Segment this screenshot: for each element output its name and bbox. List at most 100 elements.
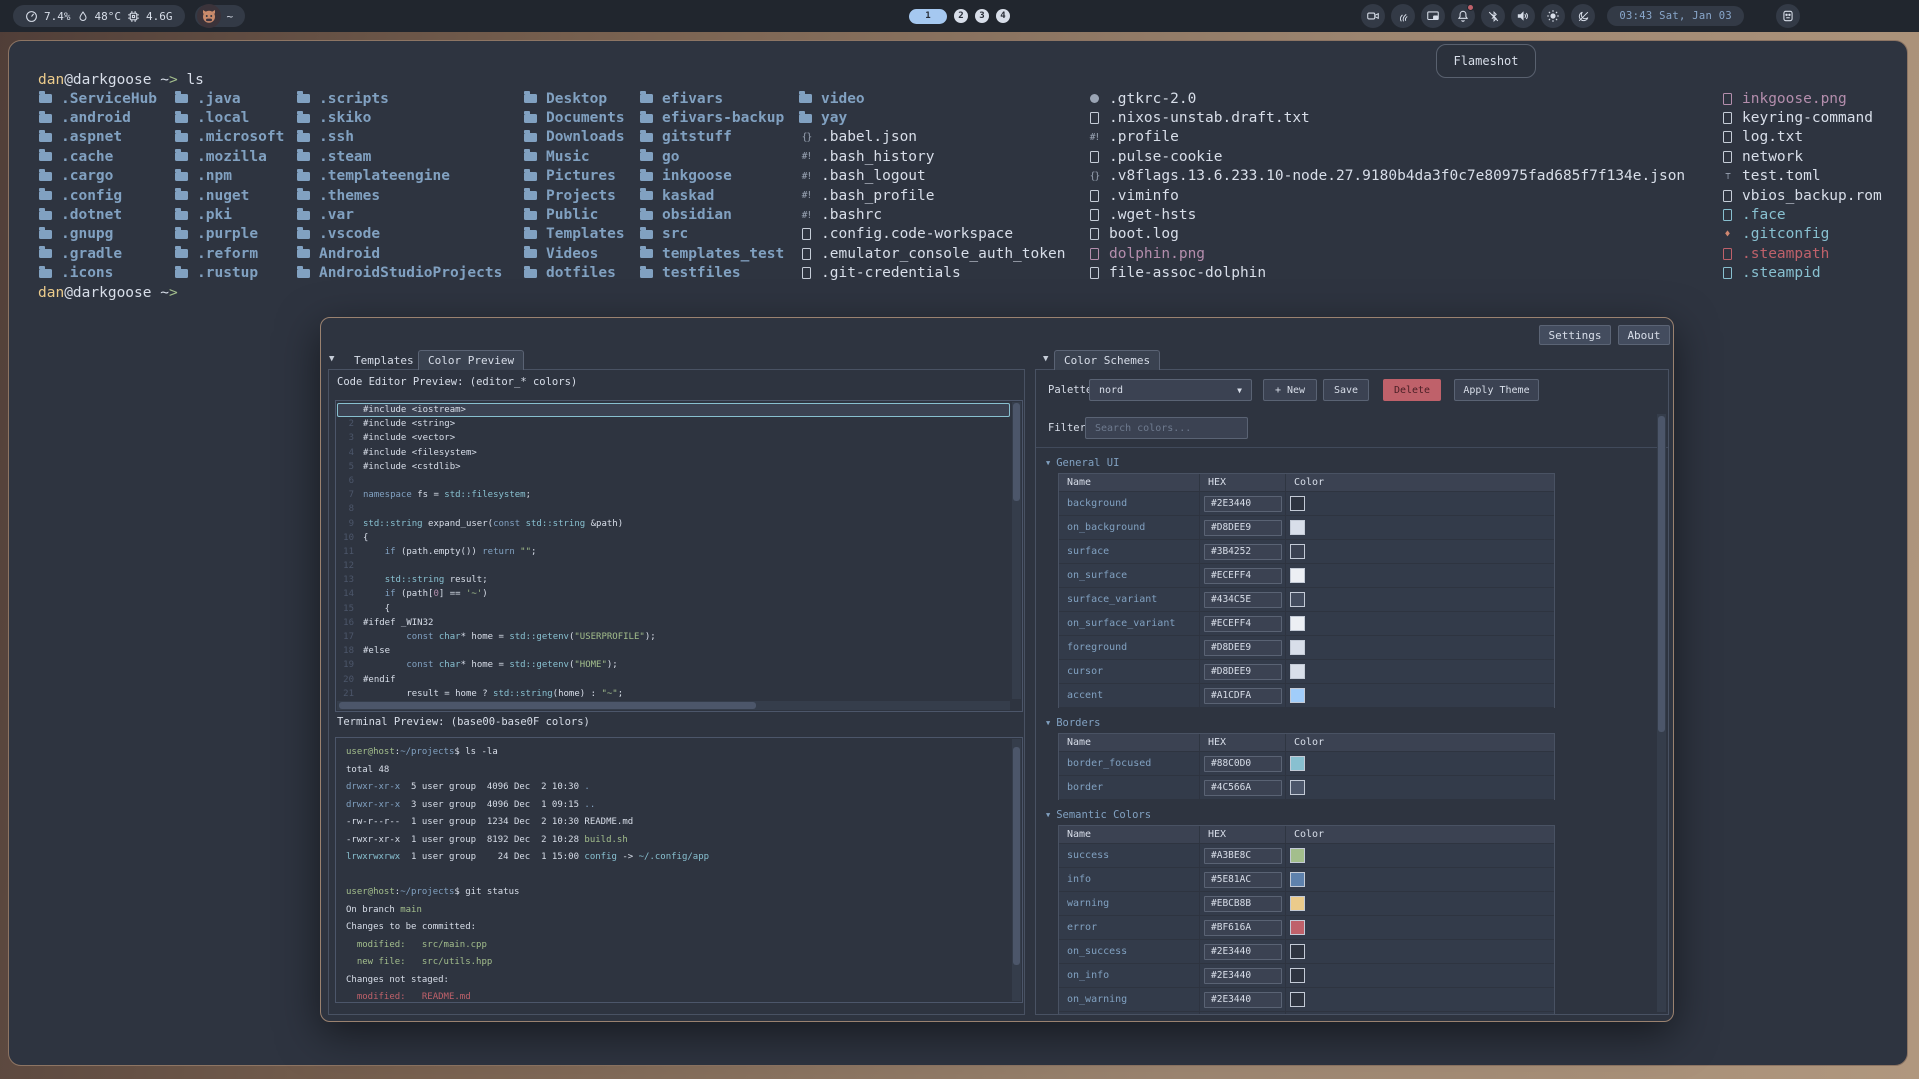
file-item: .purple bbox=[175, 225, 284, 244]
brightness-button[interactable] bbox=[1541, 4, 1565, 28]
hex-input[interactable]: #EBCB8B bbox=[1204, 896, 1282, 912]
color-swatch[interactable] bbox=[1290, 640, 1305, 655]
scrollbar-thumb[interactable] bbox=[1013, 403, 1020, 501]
color-swatch[interactable] bbox=[1290, 520, 1305, 535]
file-item: .npm bbox=[175, 167, 284, 186]
workspace-button-active[interactable]: 1 bbox=[909, 9, 947, 24]
file-name: .icons bbox=[61, 265, 113, 281]
system-stats-widget[interactable]: 7.4% 48°C 4.6G bbox=[13, 5, 185, 27]
color-name: cursor bbox=[1059, 660, 1200, 683]
section-header[interactable]: ▼General UI bbox=[1046, 457, 1652, 469]
notifications-button[interactable] bbox=[1451, 4, 1475, 28]
color-swatch[interactable] bbox=[1290, 848, 1305, 863]
hex-input[interactable]: #D8DEE9 bbox=[1204, 664, 1282, 680]
color-swatch[interactable] bbox=[1290, 992, 1305, 1007]
folder-icon bbox=[175, 269, 188, 278]
section-header[interactable]: ▼Semantic Colors bbox=[1046, 809, 1652, 821]
camera-button[interactable] bbox=[1361, 4, 1385, 28]
bluetooth-off-button[interactable] bbox=[1481, 4, 1505, 28]
scrollbar-thumb[interactable] bbox=[339, 702, 756, 709]
color-swatch[interactable] bbox=[1290, 968, 1305, 983]
color-swatch[interactable] bbox=[1290, 920, 1305, 935]
color-swatch[interactable] bbox=[1290, 872, 1305, 887]
save-button[interactable]: Save bbox=[1323, 379, 1369, 401]
screenshot-lock-button[interactable] bbox=[1421, 4, 1445, 28]
hex-input[interactable]: #2E3440 bbox=[1204, 968, 1282, 984]
color-swatch[interactable] bbox=[1290, 616, 1305, 631]
color-row: on_info#2E3440 bbox=[1059, 964, 1554, 988]
file-item: .dotnet bbox=[39, 205, 157, 224]
hex-input[interactable]: #2E3440 bbox=[1204, 944, 1282, 960]
color-swatch[interactable] bbox=[1290, 544, 1305, 559]
hex-input[interactable]: #2E3440 bbox=[1204, 992, 1282, 1008]
hex-input[interactable]: #A1CDFA bbox=[1204, 688, 1282, 704]
tab-color-schemes[interactable]: Color Schemes bbox=[1054, 350, 1160, 370]
editor-horizontal-scrollbar[interactable] bbox=[337, 701, 1010, 710]
file-name: .nuget bbox=[197, 188, 249, 204]
terminal-taskbar-item[interactable]: ~ bbox=[195, 5, 246, 27]
hex-input[interactable]: #434C5E bbox=[1204, 592, 1282, 608]
color-swatch[interactable] bbox=[1290, 780, 1305, 795]
shell-prompt: dan@darkgoose ~> ls bbox=[38, 72, 204, 88]
folder-icon bbox=[175, 249, 188, 258]
color-row: surface_variant#434C5E bbox=[1059, 588, 1554, 612]
file-name: .skiko bbox=[319, 110, 371, 126]
file-name: log.txt bbox=[1742, 129, 1803, 145]
section-header[interactable]: ▼Borders bbox=[1046, 717, 1652, 729]
tab-menu-arrow-icon[interactable]: ▼ bbox=[329, 354, 334, 364]
about-button[interactable]: About bbox=[1618, 325, 1670, 345]
palette-dropdown[interactable]: nord ▼ bbox=[1089, 379, 1252, 401]
tab-templates[interactable]: Templates bbox=[345, 350, 423, 370]
terminal-line: new file: src/utils.hpp bbox=[346, 954, 1008, 972]
hex-input[interactable]: #D8DEE9 bbox=[1204, 520, 1282, 536]
hex-input[interactable]: #ECEFF4 bbox=[1204, 616, 1282, 632]
hex-input[interactable]: #3B4252 bbox=[1204, 544, 1282, 560]
new-palette-button[interactable]: + New bbox=[1263, 379, 1317, 401]
hex-input[interactable]: #BF616A bbox=[1204, 920, 1282, 936]
file-name: inkgoose.png bbox=[1742, 91, 1847, 107]
file-item: #!.bash_history bbox=[799, 147, 1065, 166]
night-light-button[interactable] bbox=[1571, 4, 1595, 28]
clock-widget[interactable]: 03:43 Sat, Jan 03 bbox=[1607, 6, 1744, 26]
hex-input[interactable]: #2E3440 bbox=[1204, 496, 1282, 512]
code-line: 11 if (path.empty()) return ""; bbox=[337, 545, 1010, 559]
hex-input[interactable]: #4C566A bbox=[1204, 780, 1282, 796]
hex-input[interactable]: #A3BE8C bbox=[1204, 848, 1282, 864]
terminal-vertical-scrollbar[interactable] bbox=[1012, 739, 1021, 1001]
code-line: 8 bbox=[337, 502, 1010, 516]
terminal-line: Changes not staged: bbox=[346, 972, 1008, 990]
delete-button[interactable]: Delete bbox=[1383, 379, 1441, 401]
color-swatch[interactable] bbox=[1290, 896, 1305, 911]
color-swatch[interactable] bbox=[1290, 756, 1305, 771]
file-icon bbox=[1087, 228, 1102, 240]
editor-vertical-scrollbar[interactable] bbox=[1012, 402, 1021, 699]
hex-input[interactable]: #D8DEE9 bbox=[1204, 640, 1282, 656]
tray-icon[interactable] bbox=[1776, 4, 1800, 28]
hex-input[interactable]: #ECEFF4 bbox=[1204, 568, 1282, 584]
volume-button[interactable] bbox=[1511, 4, 1535, 28]
tab-menu-arrow-icon[interactable]: ▼ bbox=[1043, 354, 1048, 364]
workspace-button[interactable]: 2 bbox=[954, 9, 968, 23]
tab-color-preview[interactable]: Color Preview bbox=[418, 350, 524, 370]
scrollbar-thumb[interactable] bbox=[1013, 747, 1020, 965]
folder-icon bbox=[640, 249, 653, 258]
color-swatch[interactable] bbox=[1290, 496, 1305, 511]
hex-input[interactable]: #88C0D0 bbox=[1204, 756, 1282, 772]
apply-theme-button[interactable]: Apply Theme bbox=[1454, 379, 1539, 401]
color-swatch[interactable] bbox=[1290, 592, 1305, 607]
pane-scrollbar[interactable] bbox=[1657, 414, 1666, 1012]
flameshot-button[interactable] bbox=[1391, 4, 1415, 28]
file-name: .face bbox=[1742, 207, 1786, 223]
color-swatch[interactable] bbox=[1290, 944, 1305, 959]
file-item: #!.profile bbox=[1087, 128, 1685, 147]
color-swatch[interactable] bbox=[1290, 688, 1305, 703]
color-swatch[interactable] bbox=[1290, 568, 1305, 583]
color-search-input[interactable] bbox=[1085, 417, 1248, 439]
settings-button[interactable]: Settings bbox=[1539, 325, 1611, 345]
workspace-button[interactable]: 4 bbox=[996, 9, 1010, 23]
hex-input[interactable]: #5E81AC bbox=[1204, 872, 1282, 888]
workspace-button[interactable]: 3 bbox=[975, 9, 989, 23]
color-swatch[interactable] bbox=[1290, 664, 1305, 679]
scrollbar-thumb[interactable] bbox=[1658, 416, 1665, 732]
color-row: accent#A1CDFA bbox=[1059, 684, 1554, 708]
